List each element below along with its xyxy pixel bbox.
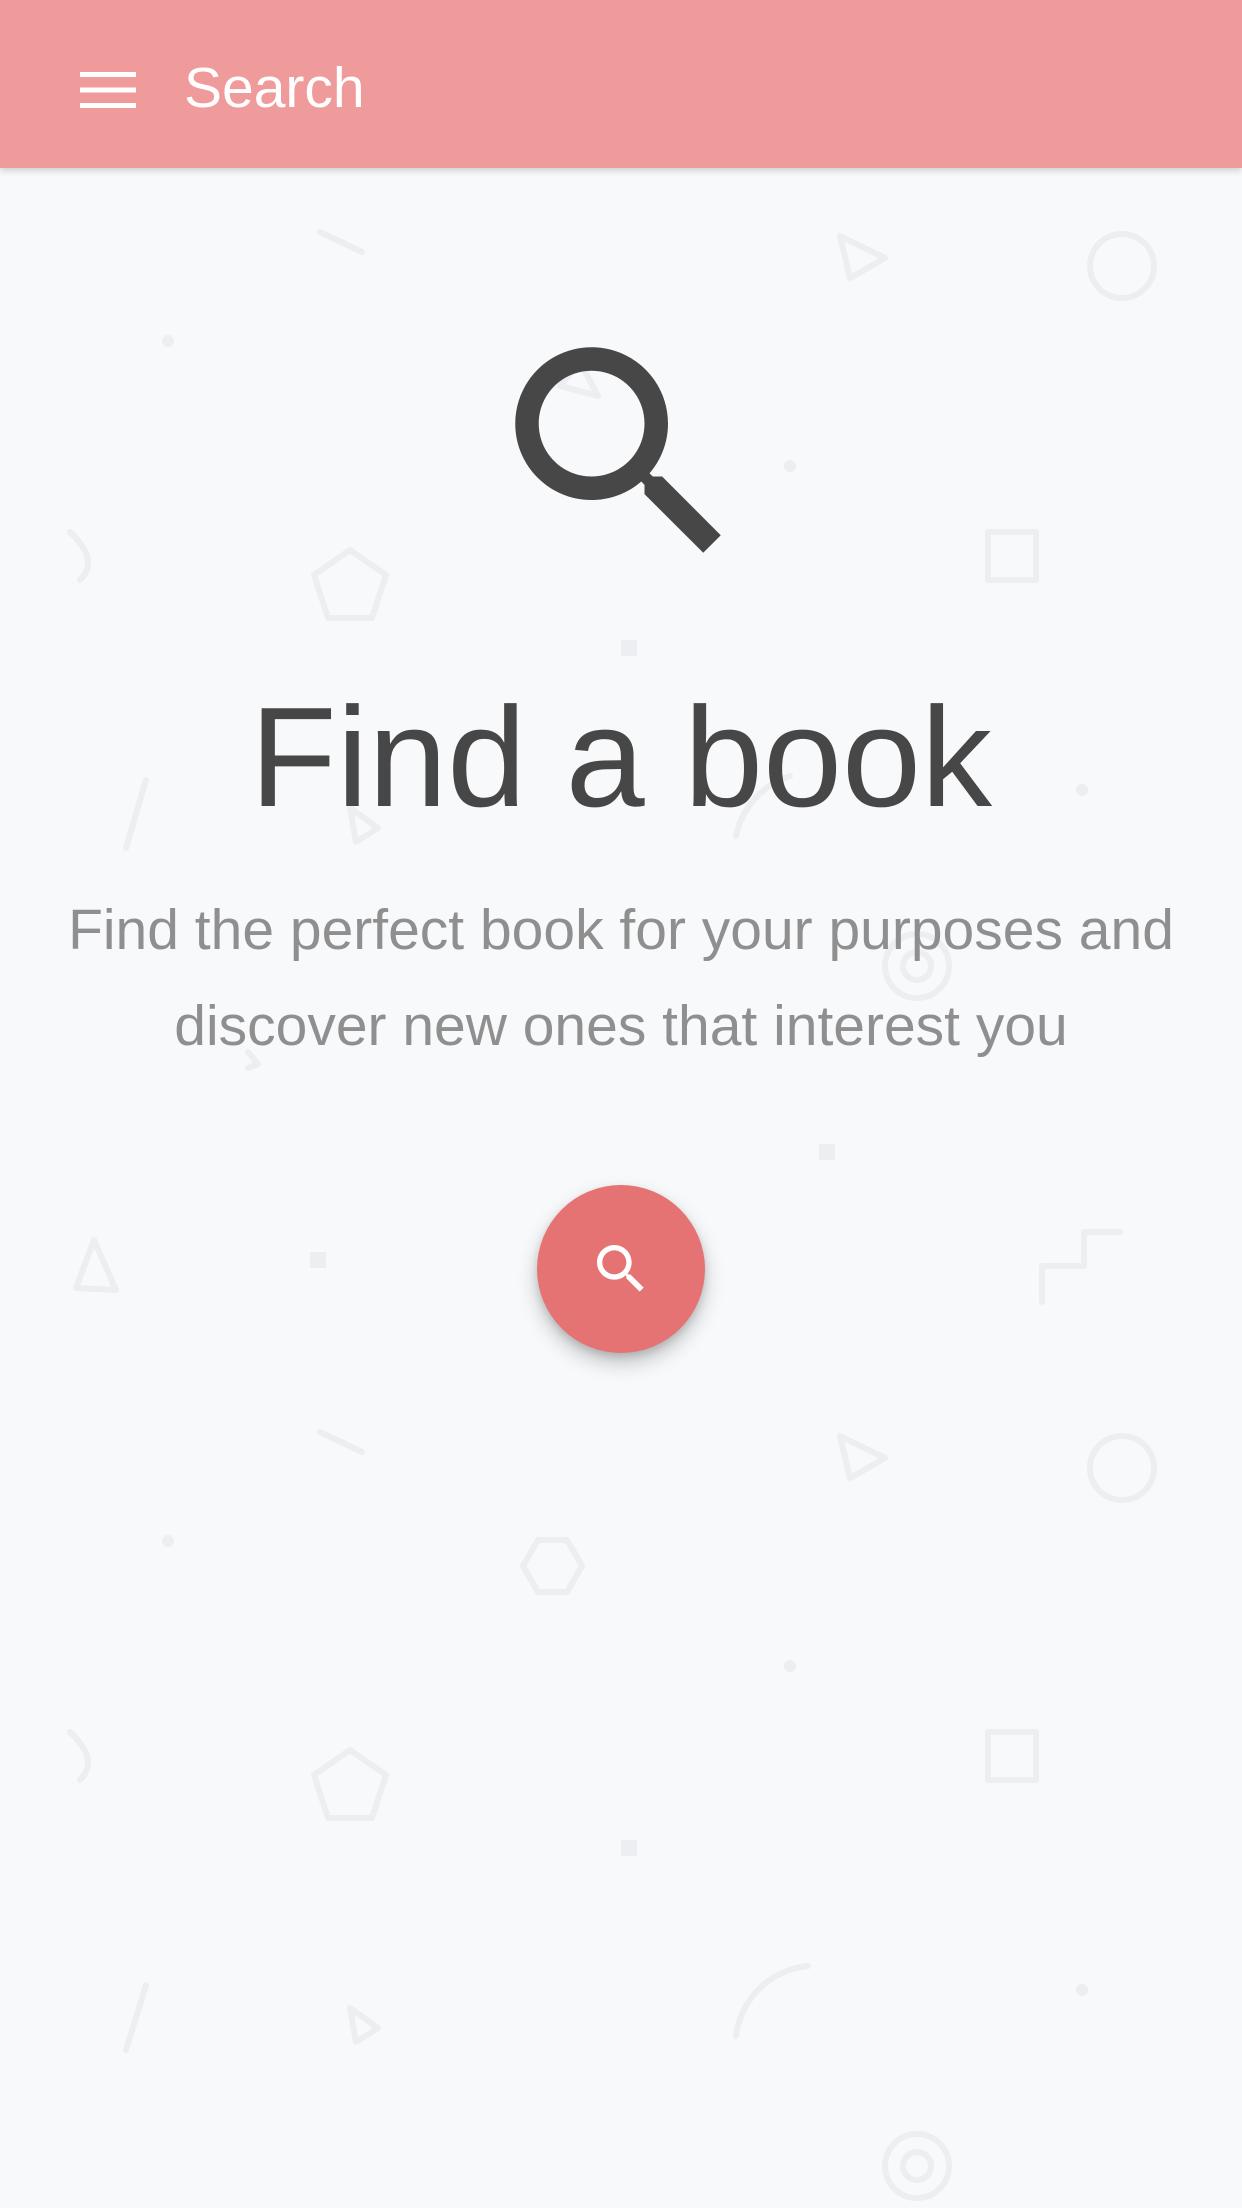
search-icon bbox=[480, 312, 762, 594]
app-bar: Search bbox=[0, 0, 1242, 168]
subtitle: Find the perfect book for your purposes … bbox=[68, 898, 1174, 1058]
menu-icon bbox=[80, 72, 136, 108]
page-title: Search bbox=[184, 56, 365, 120]
search-icon bbox=[597, 1245, 644, 1292]
headline: Find a book bbox=[249, 678, 993, 837]
search-button[interactable] bbox=[537, 1185, 705, 1353]
menu-button[interactable] bbox=[60, 50, 156, 130]
